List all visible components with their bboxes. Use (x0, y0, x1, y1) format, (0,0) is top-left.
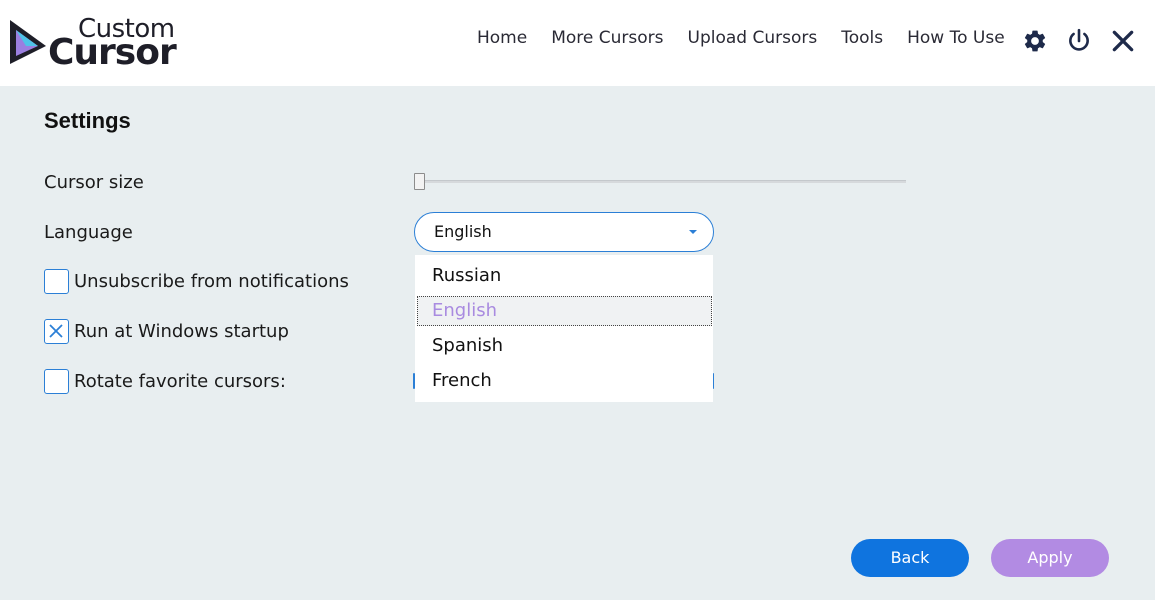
unsubscribe-label: Unsubscribe from notifications (74, 271, 349, 292)
cursor-size-slider-thumb[interactable] (414, 173, 425, 190)
cursor-size-label: Cursor size (44, 172, 144, 193)
language-label: Language (44, 222, 133, 243)
startup-label: Run at Windows startup (74, 321, 289, 342)
nav-upload-cursors[interactable]: Upload Cursors (688, 28, 818, 52)
cursor-size-slider-track[interactable] (418, 180, 906, 183)
app-logo: Custom Cursor (8, 14, 188, 73)
language-select[interactable]: English (414, 212, 714, 252)
language-option-russian[interactable]: Russian (432, 265, 501, 286)
chevron-down-icon (689, 230, 697, 234)
rotate-checkbox[interactable] (44, 369, 69, 394)
language-dropdown-list: Russian English Spanish French (415, 255, 713, 402)
back-button[interactable]: Back (851, 539, 969, 577)
close-icon[interactable] (1110, 28, 1136, 54)
top-nav: Home More Cursors Upload Cursors Tools H… (466, 28, 1029, 52)
nav-home[interactable]: Home (477, 28, 527, 52)
power-icon[interactable] (1066, 28, 1092, 54)
apply-button[interactable]: Apply (991, 539, 1109, 577)
logo-text-bottom: Cursor (48, 32, 177, 73)
language-option-french[interactable]: French (432, 370, 492, 391)
page-title: Settings (44, 108, 131, 133)
nav-tools[interactable]: Tools (841, 28, 883, 52)
cursor-logo-icon (10, 20, 46, 64)
nav-how-to-use[interactable]: How To Use (907, 28, 1005, 52)
unsubscribe-checkbox[interactable] (44, 269, 69, 294)
language-select-value: English (434, 222, 492, 241)
check-x-icon (49, 324, 63, 338)
nav-more-cursors[interactable]: More Cursors (551, 28, 663, 52)
rotate-label: Rotate favorite cursors: (74, 371, 286, 392)
startup-checkbox[interactable] (44, 319, 69, 344)
app-header: Custom Cursor Home More Cursors Upload C… (0, 0, 1155, 86)
gear-icon[interactable] (1022, 28, 1048, 54)
language-option-spanish[interactable]: Spanish (432, 335, 503, 356)
language-option-english[interactable]: English (432, 300, 497, 321)
